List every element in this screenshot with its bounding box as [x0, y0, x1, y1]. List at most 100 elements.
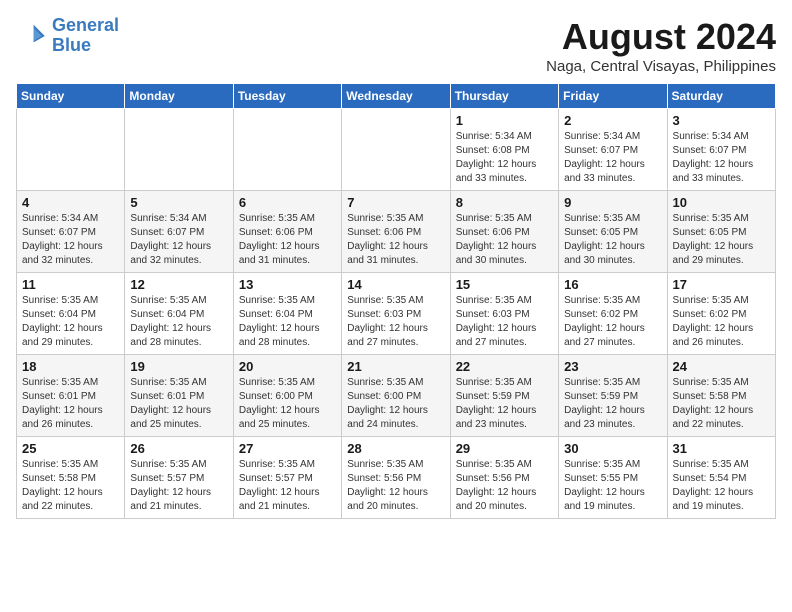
- calendar-cell: 26 Sunrise: 5:35 AM Sunset: 5:57 PM Dayli…: [125, 437, 233, 519]
- calendar-cell: 19 Sunrise: 5:35 AM Sunset: 6:01 PM Dayli…: [125, 355, 233, 437]
- calendar-cell: 3Sunrise: 5:34 AM Sunset: 6:07 PM Daylig…: [667, 109, 775, 191]
- calendar-cell: 14 Sunrise: 5:35 AM Sunset: 6:03 PM Dayli…: [342, 273, 450, 355]
- calendar-cell: 6 Sunrise: 5:35 AM Sunset: 6:06 PM Daylig…: [233, 191, 341, 273]
- logo-icon: [16, 20, 48, 52]
- day-info: Sunrise: 5:35 AM Sunset: 6:02 PM Dayligh…: [564, 294, 661, 350]
- calendar-cell: 20 Sunrise: 5:35 AM Sunset: 6:00 PM Dayli…: [233, 355, 341, 437]
- logo-text: General Blue: [52, 16, 119, 56]
- day-info: Sunrise: 5:35 AM Sunset: 5:57 PM Dayligh…: [239, 458, 336, 514]
- day-number: 4: [22, 195, 119, 210]
- day-number: 23: [564, 359, 661, 374]
- day-info: Sunrise: 5:35 AM Sunset: 6:03 PM Dayligh…: [456, 294, 553, 350]
- day-info: Sunrise: 5:35 AM Sunset: 6:05 PM Dayligh…: [564, 212, 661, 268]
- day-number: 2: [564, 113, 661, 128]
- calendar-cell: 16Sunrise: 5:35 AM Sunset: 6:02 PM Dayli…: [559, 273, 667, 355]
- day-number: 25: [22, 441, 119, 456]
- day-info: Sunrise: 5:35 AM Sunset: 6:06 PM Dayligh…: [347, 212, 444, 268]
- calendar-cell: 17Sunrise: 5:35 AM Sunset: 6:02 PM Dayli…: [667, 273, 775, 355]
- day-info: Sunrise: 5:35 AM Sunset: 6:01 PM Dayligh…: [22, 376, 119, 432]
- calendar-cell: 22 Sunrise: 5:35 AM Sunset: 5:59 PM Dayli…: [450, 355, 558, 437]
- calendar-cell: 18 Sunrise: 5:35 AM Sunset: 6:01 PM Dayli…: [17, 355, 125, 437]
- day-number: 9: [564, 195, 661, 210]
- weekday-header-monday: Monday: [125, 84, 233, 109]
- logo-line1: General: [52, 15, 119, 35]
- day-number: 13: [239, 277, 336, 292]
- day-info: Sunrise: 5:34 AM Sunset: 6:08 PM Dayligh…: [456, 130, 553, 186]
- day-info: Sunrise: 5:35 AM Sunset: 5:58 PM Dayligh…: [673, 376, 770, 432]
- main-title: August 2024: [546, 16, 776, 58]
- day-info: Sunrise: 5:34 AM Sunset: 6:07 PM Dayligh…: [22, 212, 119, 268]
- weekday-header-sunday: Sunday: [17, 84, 125, 109]
- day-number: 22: [456, 359, 553, 374]
- day-info: Sunrise: 5:34 AM Sunset: 6:07 PM Dayligh…: [130, 212, 227, 268]
- day-info: Sunrise: 5:35 AM Sunset: 5:57 PM Dayligh…: [130, 458, 227, 514]
- day-number: 6: [239, 195, 336, 210]
- day-number: 26: [130, 441, 227, 456]
- calendar-cell: 30Sunrise: 5:35 AM Sunset: 5:55 PM Dayli…: [559, 437, 667, 519]
- day-number: 29: [456, 441, 553, 456]
- day-number: 14: [347, 277, 444, 292]
- page-header: General Blue August 2024 Naga, Central V…: [16, 16, 776, 75]
- day-number: 1: [456, 113, 553, 128]
- calendar-cell: 11 Sunrise: 5:35 AM Sunset: 6:04 PM Dayli…: [17, 273, 125, 355]
- day-info: Sunrise: 5:35 AM Sunset: 5:59 PM Dayligh…: [456, 376, 553, 432]
- day-number: 12: [130, 277, 227, 292]
- day-info: Sunrise: 5:35 AM Sunset: 6:06 PM Dayligh…: [456, 212, 553, 268]
- subtitle: Naga, Central Visayas, Philippines: [546, 58, 776, 75]
- day-number: 5: [130, 195, 227, 210]
- calendar-cell: 15 Sunrise: 5:35 AM Sunset: 6:03 PM Dayli…: [450, 273, 558, 355]
- calendar-cell: 4 Sunrise: 5:34 AM Sunset: 6:07 PM Daylig…: [17, 191, 125, 273]
- calendar-cell: 5 Sunrise: 5:34 AM Sunset: 6:07 PM Daylig…: [125, 191, 233, 273]
- calendar-table: SundayMondayTuesdayWednesdayThursdayFrid…: [16, 83, 776, 519]
- day-info: Sunrise: 5:35 AM Sunset: 6:04 PM Dayligh…: [22, 294, 119, 350]
- day-info: Sunrise: 5:34 AM Sunset: 6:07 PM Dayligh…: [564, 130, 661, 186]
- day-info: Sunrise: 5:35 AM Sunset: 5:56 PM Dayligh…: [347, 458, 444, 514]
- calendar-header-row: SundayMondayTuesdayWednesdayThursdayFrid…: [17, 84, 776, 109]
- calendar-cell: 24Sunrise: 5:35 AM Sunset: 5:58 PM Dayli…: [667, 355, 775, 437]
- calendar-cell: 25 Sunrise: 5:35 AM Sunset: 5:58 PM Dayli…: [17, 437, 125, 519]
- day-info: Sunrise: 5:35 AM Sunset: 5:56 PM Dayligh…: [456, 458, 553, 514]
- day-number: 11: [22, 277, 119, 292]
- calendar-week-4: 18 Sunrise: 5:35 AM Sunset: 6:01 PM Dayli…: [17, 355, 776, 437]
- day-info: Sunrise: 5:35 AM Sunset: 6:00 PM Dayligh…: [239, 376, 336, 432]
- day-number: 27: [239, 441, 336, 456]
- day-number: 30: [564, 441, 661, 456]
- calendar-cell: [125, 109, 233, 191]
- day-number: 17: [673, 277, 770, 292]
- logo-line2: Blue: [52, 36, 119, 56]
- calendar-cell: 9 Sunrise: 5:35 AM Sunset: 6:05 PM Daylig…: [559, 191, 667, 273]
- calendar-cell: [17, 109, 125, 191]
- logo: General Blue: [16, 16, 119, 56]
- weekday-header-friday: Friday: [559, 84, 667, 109]
- calendar-cell: 13 Sunrise: 5:35 AM Sunset: 6:04 PM Dayli…: [233, 273, 341, 355]
- calendar-cell: 27 Sunrise: 5:35 AM Sunset: 5:57 PM Dayli…: [233, 437, 341, 519]
- calendar-cell: 10Sunrise: 5:35 AM Sunset: 6:05 PM Dayli…: [667, 191, 775, 273]
- calendar-cell: [233, 109, 341, 191]
- day-info: Sunrise: 5:35 AM Sunset: 6:06 PM Dayligh…: [239, 212, 336, 268]
- day-info: Sunrise: 5:35 AM Sunset: 6:04 PM Dayligh…: [239, 294, 336, 350]
- day-info: Sunrise: 5:35 AM Sunset: 5:58 PM Dayligh…: [22, 458, 119, 514]
- calendar-week-2: 4 Sunrise: 5:34 AM Sunset: 6:07 PM Daylig…: [17, 191, 776, 273]
- weekday-header-saturday: Saturday: [667, 84, 775, 109]
- calendar-cell: 21Sunrise: 5:35 AM Sunset: 6:00 PM Dayli…: [342, 355, 450, 437]
- day-number: 19: [130, 359, 227, 374]
- day-info: Sunrise: 5:35 AM Sunset: 5:59 PM Dayligh…: [564, 376, 661, 432]
- day-info: Sunrise: 5:35 AM Sunset: 6:01 PM Dayligh…: [130, 376, 227, 432]
- day-number: 18: [22, 359, 119, 374]
- day-info: Sunrise: 5:34 AM Sunset: 6:07 PM Dayligh…: [673, 130, 770, 186]
- day-info: Sunrise: 5:35 AM Sunset: 6:03 PM Dayligh…: [347, 294, 444, 350]
- calendar-cell: 2 Sunrise: 5:34 AM Sunset: 6:07 PM Daylig…: [559, 109, 667, 191]
- calendar-week-1: 1 Sunrise: 5:34 AM Sunset: 6:08 PM Daylig…: [17, 109, 776, 191]
- calendar-cell: 12Sunrise: 5:35 AM Sunset: 6:04 PM Dayli…: [125, 273, 233, 355]
- day-number: 7: [347, 195, 444, 210]
- title-block: August 2024 Naga, Central Visayas, Phili…: [546, 16, 776, 75]
- day-number: 15: [456, 277, 553, 292]
- calendar-cell: 29 Sunrise: 5:35 AM Sunset: 5:56 PM Dayli…: [450, 437, 558, 519]
- weekday-header-thursday: Thursday: [450, 84, 558, 109]
- calendar-week-5: 25 Sunrise: 5:35 AM Sunset: 5:58 PM Dayli…: [17, 437, 776, 519]
- calendar-cell: [342, 109, 450, 191]
- day-number: 20: [239, 359, 336, 374]
- day-number: 28: [347, 441, 444, 456]
- day-number: 10: [673, 195, 770, 210]
- weekday-header-tuesday: Tuesday: [233, 84, 341, 109]
